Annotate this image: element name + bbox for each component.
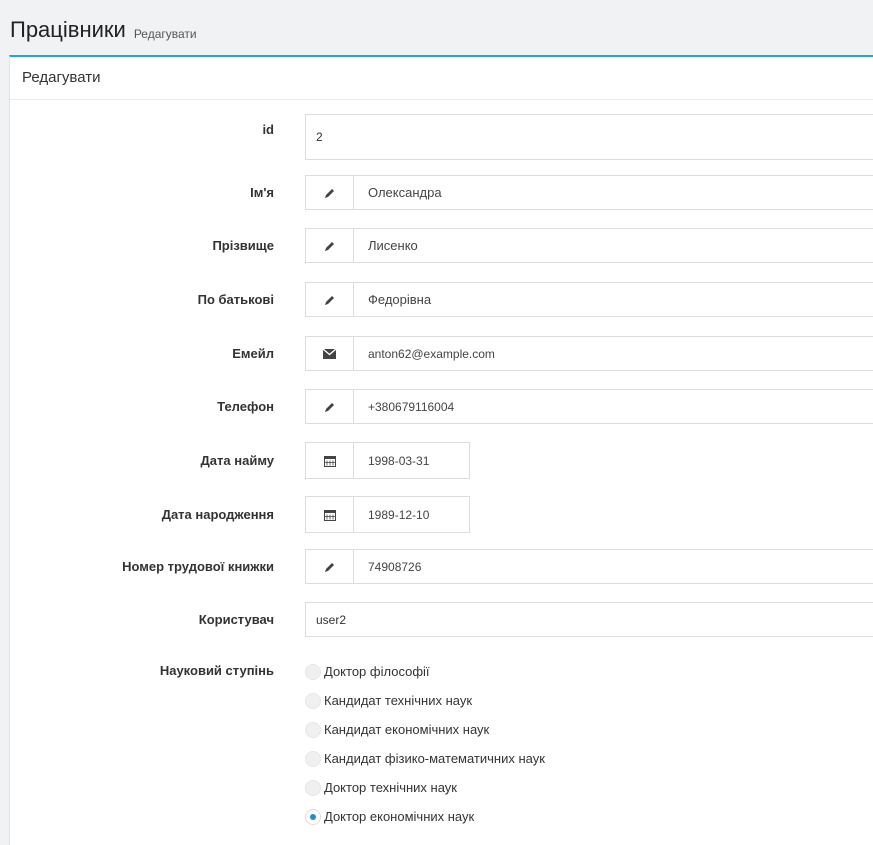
- radio-button[interactable]: [305, 663, 321, 680]
- birth-date-value: 1989-12-10: [368, 507, 430, 522]
- patronymic-value: Федорівна: [368, 292, 432, 307]
- degree-option-selected[interactable]: Доктор економічних наук: [305, 802, 545, 831]
- work-book-label: Номер трудової книжки: [122, 559, 274, 574]
- degree-radio-group: Доктор філософії Кандидат технічних наук…: [305, 657, 545, 831]
- edit-panel: Редагувати id 2 Ім'я Олександра Прізвище…: [9, 55, 873, 845]
- degree-option[interactable]: Кандидат технічних наук: [305, 686, 545, 715]
- envelope-icon: [306, 337, 354, 370]
- birth-date-label: Дата народження: [161, 507, 274, 522]
- pencil-icon: [306, 283, 354, 316]
- id-value: 2: [316, 130, 323, 144]
- last-name-field[interactable]: Лисенко: [305, 228, 873, 263]
- email-label: Емейл: [232, 346, 274, 361]
- degree-option-label: Доктор технічних наук: [324, 780, 457, 795]
- first-name-field[interactable]: Олександра: [305, 175, 873, 210]
- degree-option-label: Кандидат фізико-математичних наук: [324, 751, 545, 766]
- page-header: Працівники Редагувати: [0, 0, 873, 55]
- user-value: user2: [316, 612, 347, 627]
- page-subtitle: Редагувати: [133, 27, 197, 41]
- email-value: anton62@example.com: [368, 346, 495, 361]
- degree-option[interactable]: Доктор філософії: [305, 657, 545, 686]
- phone-value: +380679116004: [368, 399, 455, 414]
- work-book-field[interactable]: 74908726: [305, 549, 873, 584]
- degree-option[interactable]: Кандидат економічних наук: [305, 715, 545, 744]
- hire-date-value: 1998-03-31: [368, 453, 430, 468]
- radio-button-checked[interactable]: [305, 808, 321, 825]
- user-label: Користувач: [198, 612, 274, 627]
- calendar-icon: [306, 443, 354, 478]
- id-label: id: [262, 122, 274, 137]
- hire-date-field[interactable]: 1998-03-31: [305, 442, 470, 479]
- radio-button[interactable]: [305, 692, 321, 709]
- work-book-value: 74908726: [368, 559, 422, 574]
- radio-button[interactable]: [305, 721, 321, 738]
- degree-option[interactable]: Доктор технічних наук: [305, 773, 545, 802]
- radio-button[interactable]: [305, 750, 321, 767]
- calendar-icon: [306, 497, 354, 532]
- phone-field[interactable]: +380679116004: [305, 389, 873, 424]
- last-name-value: Лисенко: [368, 238, 418, 253]
- pencil-icon: [306, 229, 354, 262]
- first-name-label: Ім'я: [250, 185, 274, 200]
- radio-button[interactable]: [305, 779, 321, 796]
- patronymic-field[interactable]: Федорівна: [305, 282, 873, 317]
- degree-option-label: Кандидат економічних наук: [324, 722, 490, 737]
- degree-option-label: Доктор філософії: [324, 664, 430, 679]
- first-name-value: Олександра: [368, 185, 442, 200]
- email-field[interactable]: anton62@example.com: [305, 336, 873, 371]
- pencil-icon: [306, 176, 354, 209]
- page-title: Працівники: [10, 17, 126, 42]
- patronymic-label: По батькові: [197, 292, 274, 307]
- hire-date-label: Дата найму: [200, 453, 274, 468]
- degree-option-label: Доктор економічних наук: [324, 809, 475, 824]
- phone-label: Телефон: [217, 399, 274, 414]
- pencil-icon: [306, 390, 354, 423]
- user-select[interactable]: user2: [305, 602, 873, 637]
- birth-date-field[interactable]: 1989-12-10: [305, 496, 470, 533]
- id-field[interactable]: 2: [305, 114, 873, 160]
- panel-heading: Редагувати: [10, 57, 873, 100]
- last-name-label: Прізвище: [212, 238, 274, 253]
- degree-option[interactable]: Кандидат фізико-математичних наук: [305, 744, 545, 773]
- degree-label: Науковий ступінь: [159, 663, 274, 678]
- degree-option-label: Кандидат технічних наук: [324, 693, 473, 708]
- pencil-icon: [306, 550, 354, 583]
